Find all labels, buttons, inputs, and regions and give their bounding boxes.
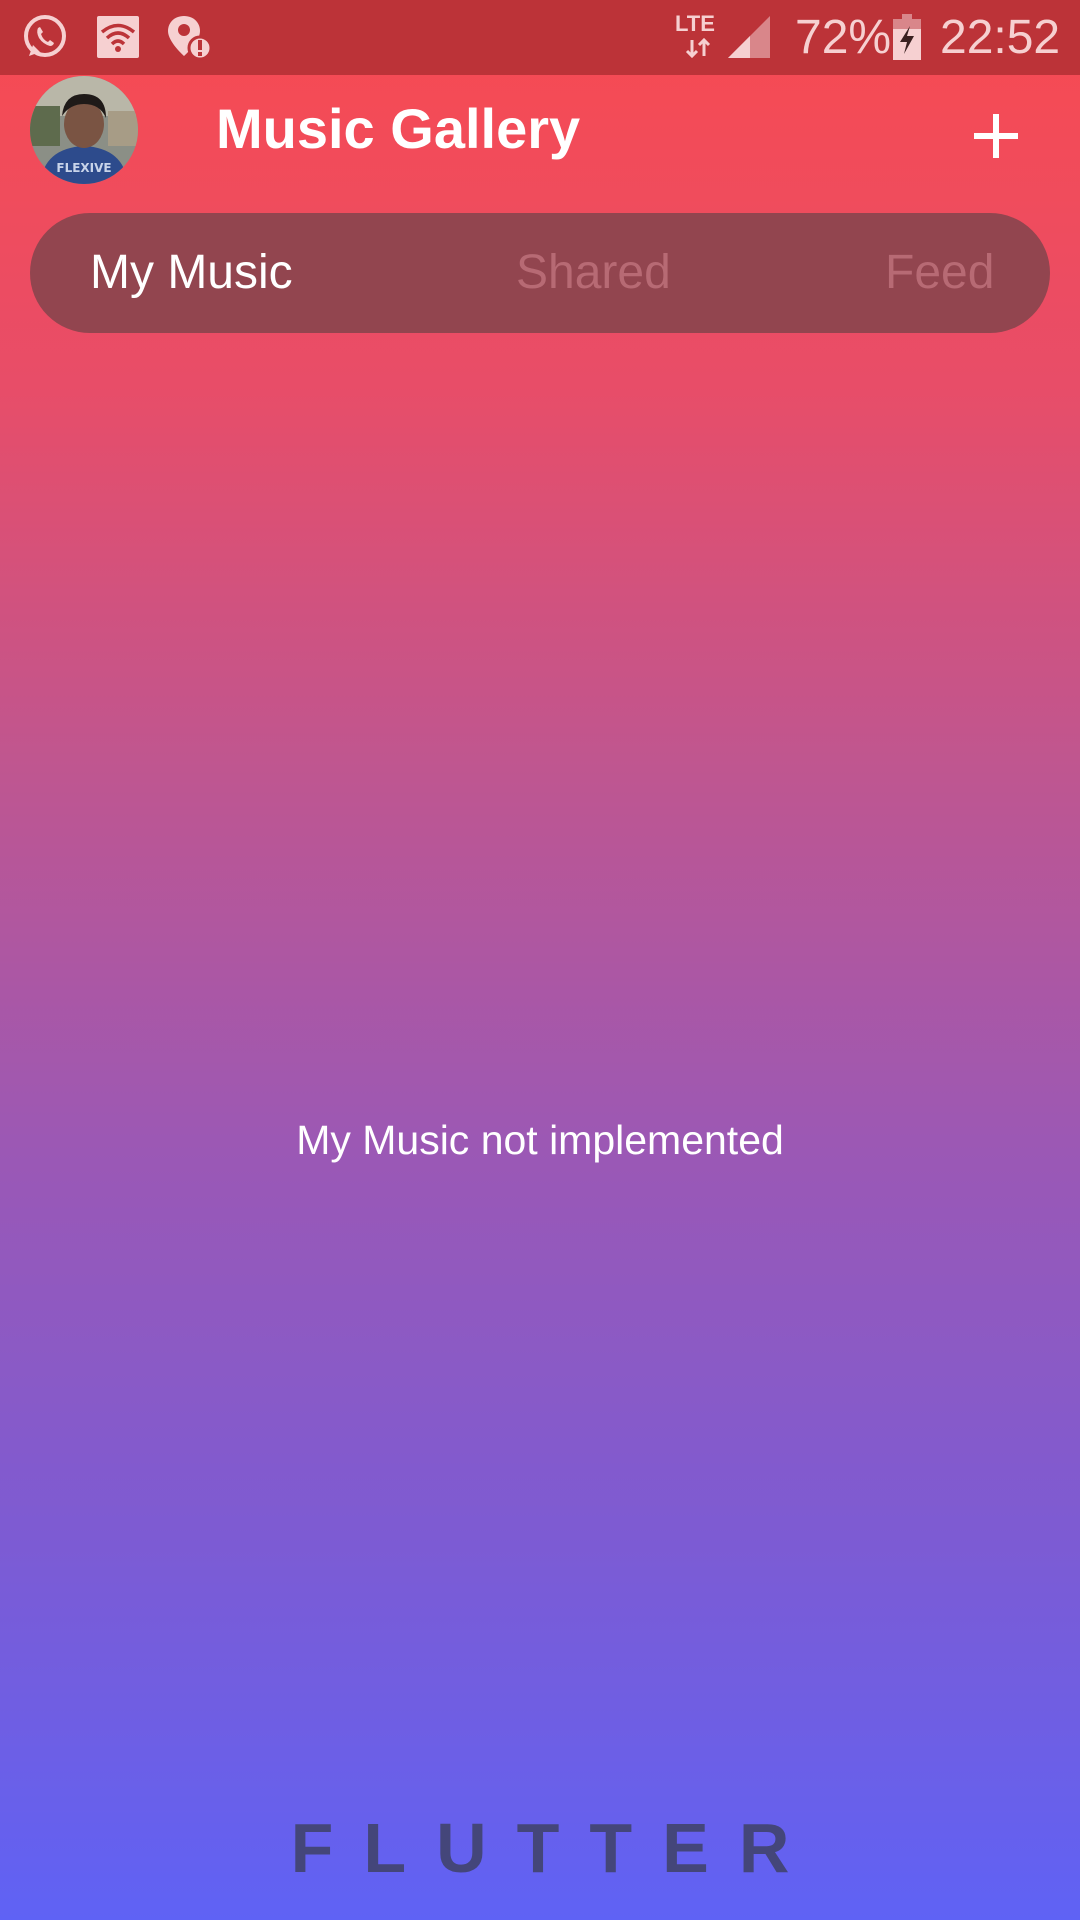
wifi-icon xyxy=(97,16,139,58)
tab-my-music[interactable]: My Music xyxy=(90,213,293,333)
tab-shared[interactable]: Shared xyxy=(516,213,671,333)
signal-icon xyxy=(728,16,770,58)
battery-charging-icon xyxy=(893,14,921,60)
tab-feed[interactable]: Feed xyxy=(885,213,994,333)
tab-bar: My Music Shared Feed xyxy=(30,213,1050,333)
plus-icon xyxy=(974,114,1018,158)
flutter-logo: FLUTTER xyxy=(290,1809,820,1887)
network-type-label: LTE xyxy=(675,11,715,36)
user-avatar-icon: FLEXIVE xyxy=(30,76,138,184)
lte-data-icon: LTE xyxy=(675,12,721,60)
status-bar: LTE 72% 22:52 xyxy=(0,0,1080,75)
page-title: Music Gallery xyxy=(216,97,581,160)
whatsapp-icon xyxy=(24,15,66,57)
svg-text:FLEXIVE: FLEXIVE xyxy=(56,161,111,175)
battery-percent: 72% xyxy=(795,11,892,64)
avatar[interactable]: FLEXIVE xyxy=(30,76,138,184)
empty-state-message: My Music not implemented xyxy=(296,1117,784,1163)
add-button[interactable] xyxy=(960,100,1032,172)
clock: 22:52 xyxy=(940,11,1061,64)
location-alert-icon xyxy=(168,16,213,61)
